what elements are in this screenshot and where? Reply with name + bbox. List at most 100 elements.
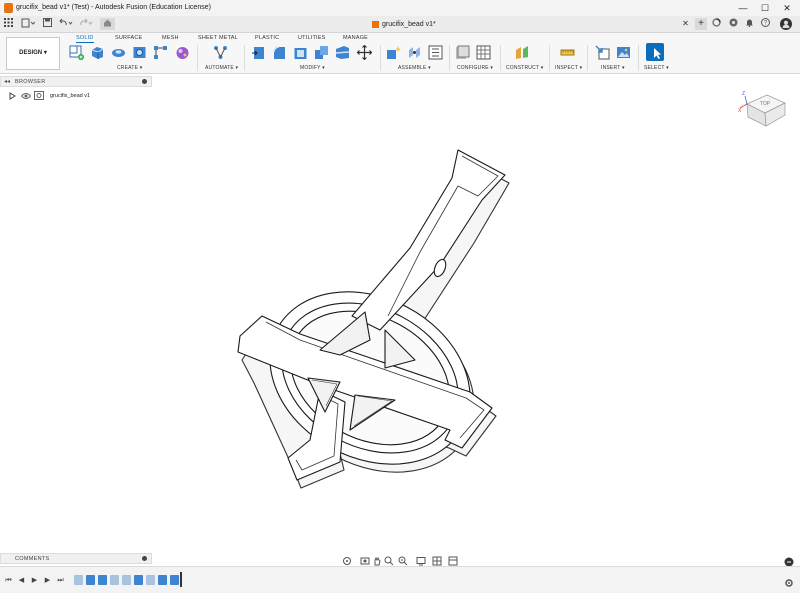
close-window-button[interactable]: ✕ [777, 2, 797, 14]
timeline-feature-sketch[interactable] [146, 575, 155, 585]
document-tab[interactable]: grucifix_bead v1* [370, 16, 436, 33]
tab-utilities[interactable]: UTILITIES [298, 35, 325, 41]
browser-panel-header[interactable]: ◂◂ BROWSER [0, 76, 152, 87]
press-pull-icon[interactable] [251, 45, 266, 60]
browser-pin-icon[interactable] [142, 79, 147, 84]
step-forward-icon[interactable]: ▶ [43, 576, 52, 585]
new-tab-button[interactable]: + [695, 18, 707, 30]
extensions-icon[interactable] [728, 18, 739, 30]
model-viewport[interactable] [0, 0, 800, 593]
offset-plane-icon[interactable] [515, 45, 530, 60]
look-at-icon[interactable] [360, 553, 370, 565]
timeline-feature-extrude[interactable] [98, 575, 107, 585]
play-icon[interactable]: ▶ [30, 576, 39, 585]
tab-manage[interactable]: MANAGE [343, 35, 368, 41]
group-configure-label[interactable]: CONFIGURE ▾ [457, 65, 493, 71]
orbit-icon[interactable] [342, 553, 352, 565]
bill-of-materials-icon[interactable] [428, 45, 443, 60]
visibility-eye-icon[interactable] [20, 92, 32, 102]
automate-icon[interactable] [213, 45, 228, 60]
app-grid-icon[interactable] [3, 18, 14, 30]
tab-mesh[interactable]: MESH [162, 35, 179, 41]
expand-triangle-icon[interactable] [9, 92, 16, 102]
timeline-feature-sketch[interactable] [74, 575, 83, 585]
insert-derive-icon[interactable] [595, 45, 610, 60]
ribbon-separator [500, 45, 501, 71]
timeline-feature-sketch[interactable] [110, 575, 119, 585]
go-to-end-icon[interactable]: ⏭ [56, 576, 65, 585]
group-modify-label[interactable]: MODIFY ▾ [300, 65, 325, 71]
go-to-start-icon[interactable]: ⏮ [4, 576, 13, 585]
viewcube[interactable]: TOP X Z [737, 86, 791, 130]
group-inspect-label[interactable]: INSPECT ▾ [555, 65, 582, 71]
group-automate-label[interactable]: AUTOMATE ▾ [205, 65, 238, 71]
group-create-label[interactable]: CREATE ▾ [117, 65, 142, 71]
joint-icon[interactable] [407, 45, 422, 60]
tab-surface[interactable]: SURFACE [115, 35, 142, 41]
timeline-feature-extrude[interactable] [134, 575, 143, 585]
timeline-feature-extrude[interactable] [86, 575, 95, 585]
timeline-feature-extrude[interactable] [170, 575, 179, 585]
home-icon[interactable] [100, 18, 115, 30]
zoom-icon[interactable] [384, 553, 394, 566]
tab-sheet-metal[interactable]: SHEET METAL [198, 35, 238, 41]
group-select-label[interactable]: SELECT ▾ [644, 65, 669, 71]
timeline-feature-sketch[interactable] [122, 575, 131, 585]
combine-icon[interactable] [314, 45, 329, 60]
select-tool-icon[interactable] [646, 43, 664, 61]
workspace-switcher[interactable]: DESIGN ▾ [6, 37, 60, 70]
save-icon[interactable] [42, 18, 52, 30]
undo-icon[interactable] [58, 18, 74, 30]
configuration-table-icon[interactable] [476, 45, 491, 60]
browser-root-item[interactable]: grucifix_bead v1 [0, 90, 152, 102]
timeline-marker[interactable] [180, 572, 182, 587]
extrude-icon[interactable] [90, 45, 105, 60]
form-icon[interactable] [175, 45, 190, 60]
revolve-icon[interactable] [111, 45, 126, 60]
timeline-settings-gear-icon[interactable] [784, 575, 794, 587]
comments-panel-header[interactable]: COMMENTS [0, 553, 152, 564]
fillet-icon[interactable] [272, 45, 287, 60]
quick-access-bar: grucifix_bead v1* ✕ + ? [0, 16, 800, 33]
shell-icon[interactable] [293, 45, 308, 60]
fit-icon[interactable] [398, 553, 408, 566]
pan-icon[interactable] [372, 553, 382, 566]
navigation-bar [340, 552, 462, 566]
comments-pin-icon[interactable] [142, 556, 147, 561]
assistant-chat-icon[interactable] [784, 554, 794, 567]
axis-z-label: Z [742, 91, 745, 97]
tab-solid[interactable]: SOLID [76, 35, 94, 43]
file-menu-icon[interactable] [20, 18, 36, 30]
measure-icon[interactable] [560, 45, 575, 60]
create-sketch-icon[interactable] [69, 45, 84, 60]
viewports-icon[interactable] [448, 553, 458, 566]
grucifix-bead-model[interactable] [237, 149, 510, 506]
maximize-button[interactable]: ☐ [755, 2, 775, 14]
configure-icon[interactable] [455, 45, 470, 60]
split-body-icon[interactable] [335, 45, 350, 60]
minimize-button[interactable]: — [733, 2, 753, 14]
step-back-icon[interactable]: ◀ [17, 576, 26, 585]
pattern-icon[interactable] [153, 45, 168, 60]
redo-icon[interactable] [78, 18, 94, 30]
display-settings-icon[interactable] [416, 553, 426, 566]
close-tab-button[interactable]: ✕ [681, 18, 690, 30]
help-icon[interactable]: ? [760, 18, 771, 30]
grid-snaps-icon[interactable] [432, 553, 442, 566]
document-tab-title: grucifix_bead v1* [382, 21, 436, 28]
job-status-icon[interactable] [711, 18, 722, 30]
insert-canvas-icon[interactable] [616, 45, 631, 60]
move-copy-icon[interactable] [356, 44, 373, 61]
group-insert-label[interactable]: INSERT ▾ [601, 65, 625, 71]
notifications-icon[interactable] [744, 18, 755, 30]
group-construct-label[interactable]: CONSTRUCT ▾ [506, 65, 543, 71]
tab-plastic[interactable]: PLASTIC [255, 35, 279, 41]
user-avatar[interactable] [779, 18, 793, 30]
new-component-icon[interactable] [386, 45, 401, 60]
group-assemble-label[interactable]: ASSEMBLE ▾ [398, 65, 431, 71]
design-file-icon [372, 21, 379, 28]
collapse-browser-icon[interactable]: ◂◂ [4, 78, 10, 85]
ribbon-separator [449, 45, 450, 71]
timeline-feature-extrude[interactable] [158, 575, 167, 585]
hole-icon[interactable] [132, 45, 147, 60]
